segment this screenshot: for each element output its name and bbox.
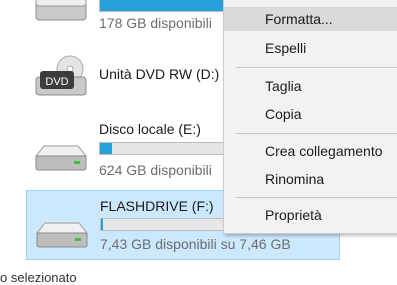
menu-item-eject[interactable]: Espelli: [224, 36, 397, 60]
menu-item-properties[interactable]: Proprietà: [224, 203, 397, 227]
drive-name: Disco locale (E:): [99, 121, 201, 137]
usb-drive-icon: [35, 221, 93, 261]
menu-separator: [236, 67, 397, 68]
dvd-drive-icon: DVD: [34, 55, 92, 96]
menu-item-create-shortcut[interactable]: Crea collegamento: [224, 139, 397, 163]
drive-name: Unità DVD RW (D:): [99, 66, 220, 82]
hard-drive-icon: [34, 144, 92, 184]
status-bar-text: o selezionato: [0, 270, 77, 285]
menu-item-copy[interactable]: Copia: [224, 102, 397, 126]
menu-item-format[interactable]: Formatta...: [224, 7, 397, 31]
drive-name: FLASHDRIVE (F:): [100, 198, 214, 214]
drive-usage-fill: [100, 143, 112, 154]
drive-free-space: 178 GB disponibili: [99, 15, 212, 31]
menu-item-rename[interactable]: Rinomina: [224, 167, 397, 191]
drive-free-space: 624 GB disponibili: [99, 162, 212, 178]
drive-free-space: 7,43 GB disponibili su 7,46 GB: [100, 236, 291, 252]
dvd-label: DVD: [45, 76, 68, 88]
menu-item-cut[interactable]: Taglia: [224, 74, 397, 98]
menu-separator: [236, 133, 397, 134]
context-menu: Formatta... Espelli Taglia Copia Crea co…: [223, 0, 397, 234]
menu-separator: [236, 197, 397, 198]
windows-drive-icon: [34, 0, 92, 28]
drive-usage-fill: [101, 219, 103, 230]
